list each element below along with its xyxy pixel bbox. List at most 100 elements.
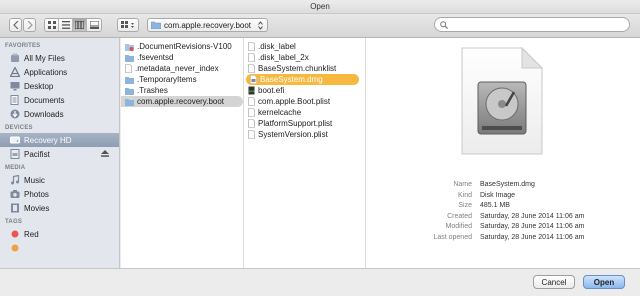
info-label: Last opened — [433, 233, 472, 241]
list-item-label: .DocumentRevisions-V100 — [137, 42, 232, 51]
eject-icon[interactable] — [101, 149, 109, 159]
document-icon — [248, 42, 255, 51]
back-button[interactable] — [9, 18, 22, 32]
sidebar-item-photos[interactable]: Photos — [0, 187, 119, 201]
disk-image-icon — [10, 149, 20, 159]
sidebar-item-label: Downloads — [24, 109, 64, 119]
list-item-label: PlatformSupport.plist — [258, 119, 333, 128]
list-item-label: .disk_label — [258, 42, 296, 51]
list-item[interactable]: com.apple.Boot.plist — [244, 96, 365, 107]
list-item-label: com.apple.recovery.boot — [137, 97, 225, 106]
list-icon — [61, 21, 70, 29]
list-item-selected[interactable]: BaseSystem.dmg — [246, 74, 359, 85]
columns-icon — [75, 21, 84, 29]
arrange-icon — [121, 21, 134, 28]
info-value: Saturday, 28 June 2014 11:06 am — [480, 212, 585, 220]
view-mode-segmented[interactable] — [44, 18, 102, 32]
sidebar-item-movies[interactable]: Movies — [0, 201, 119, 215]
camera-icon — [10, 189, 20, 199]
sidebar-item-recovery-hd[interactable]: Recovery HD — [0, 133, 119, 147]
browser-column-1[interactable]: .DocumentRevisions-V100 .fseventsd .meta… — [121, 38, 244, 268]
location-popup[interactable]: com.apple.recovery.boot — [147, 18, 268, 32]
document-icon — [248, 97, 255, 106]
list-item[interactable]: .Trashes — [121, 85, 243, 96]
info-value: Saturday, 28 June 2014 11:06 am — [480, 223, 585, 230]
sidebar-item-documents[interactable]: Documents — [0, 93, 119, 107]
executable-icon: exe — [248, 86, 255, 95]
list-item[interactable]: .disk_label_2x — [244, 52, 365, 63]
column-view-button[interactable] — [73, 19, 87, 31]
list-item[interactable]: SystemVersion.plist — [244, 129, 365, 140]
sidebar-item-label: Recovery HD — [24, 135, 72, 145]
list-item[interactable]: .fseventsd — [121, 52, 243, 63]
list-item-label: SystemVersion.plist — [258, 130, 328, 139]
sidebar-item-label: Applications — [24, 67, 68, 77]
list-item[interactable]: BaseSystem.chunklist — [244, 63, 365, 74]
documents-icon — [10, 95, 20, 105]
coverflow-view-button[interactable] — [87, 19, 101, 31]
tag-dot-icon — [10, 243, 20, 253]
music-icon — [10, 175, 20, 185]
toolbar: com.apple.recovery.boot — [0, 14, 640, 38]
info-label: Created — [447, 212, 472, 220]
svg-text:exe: exe — [249, 89, 255, 93]
arrange-button[interactable] — [117, 18, 139, 32]
list-item-label: BaseSystem.dmg — [260, 75, 323, 84]
list-item[interactable]: exe boot.efi — [244, 85, 365, 96]
info-value: Disk Image — [480, 191, 516, 199]
list-item[interactable]: kernelcache — [244, 107, 365, 118]
sidebar-item-pacifist[interactable]: Pacifist — [0, 147, 119, 161]
info-label: Modified — [445, 223, 472, 230]
sidebar-item-desktop[interactable]: Desktop — [0, 79, 119, 93]
disk-image-icon — [250, 75, 257, 84]
sidebar-item-all-my-files[interactable]: All My Files — [0, 51, 119, 65]
info-value: BaseSystem.dmg — [480, 181, 535, 188]
list-item[interactable]: .disk_label — [244, 41, 365, 52]
list-item[interactable]: .metadata_never_index — [121, 63, 243, 74]
window-title: Open — [0, 0, 640, 14]
browser-column-2[interactable]: .disk_label .disk_label_2x BaseSystem.ch… — [244, 38, 366, 268]
sidebar-item-label: All My Files — [24, 53, 65, 63]
icon-view-button[interactable] — [45, 19, 59, 31]
sidebar-item-downloads[interactable]: Downloads — [0, 107, 119, 121]
tag-dot-icon — [10, 229, 20, 239]
all-files-icon — [10, 53, 20, 63]
search-field[interactable] — [434, 17, 630, 32]
sidebar-item-label: Red — [24, 229, 39, 239]
downloads-icon — [10, 109, 20, 119]
sidebar-item-applications[interactable]: Applications — [0, 65, 119, 79]
sidebar-item-label: Photos — [24, 189, 49, 199]
info-label: Size — [458, 202, 472, 209]
list-view-button[interactable] — [59, 19, 73, 31]
list-item-label: boot.efi — [258, 86, 285, 95]
document-icon — [248, 108, 255, 117]
chevron-updown-icon — [258, 21, 263, 30]
list-item-label: .fseventsd — [137, 53, 174, 62]
info-value: Saturday, 28 June 2014 11:06 am — [480, 233, 585, 241]
sidebar-item-tag-red[interactable]: Red — [0, 227, 119, 241]
restricted-folder-icon — [125, 43, 134, 51]
folder-icon — [125, 76, 134, 84]
location-label: com.apple.recovery.boot — [164, 20, 252, 30]
open-button[interactable]: Open — [583, 275, 625, 289]
sidebar-item-music[interactable]: Music — [0, 173, 119, 187]
sidebar-section-tags: TAGS — [5, 219, 23, 225]
folder-icon — [125, 54, 134, 62]
list-item-selected[interactable]: com.apple.recovery.boot — [121, 96, 243, 107]
sidebar: FAVORITES All My Files Applications Desk… — [0, 38, 120, 268]
cancel-button[interactable]: Cancel — [533, 275, 575, 289]
document-icon — [248, 64, 255, 73]
disk-icon — [10, 135, 20, 145]
preview-pane: Name BaseSystem.dmg Kind Disk Image Size… — [366, 38, 640, 268]
document-icon — [248, 53, 255, 62]
list-item[interactable]: .TemporaryItems — [121, 74, 243, 85]
sidebar-section-favorites: FAVORITES — [5, 43, 41, 49]
list-item[interactable]: .DocumentRevisions-V100 — [121, 41, 243, 52]
forward-button[interactable] — [23, 18, 36, 32]
info-value: 485.1 MB — [480, 202, 510, 209]
info-label: Name — [453, 181, 472, 188]
sidebar-item-tag-partial[interactable] — [0, 241, 119, 255]
document-icon — [125, 64, 132, 73]
info-label: Kind — [457, 191, 472, 199]
list-item[interactable]: PlatformSupport.plist — [244, 118, 365, 129]
